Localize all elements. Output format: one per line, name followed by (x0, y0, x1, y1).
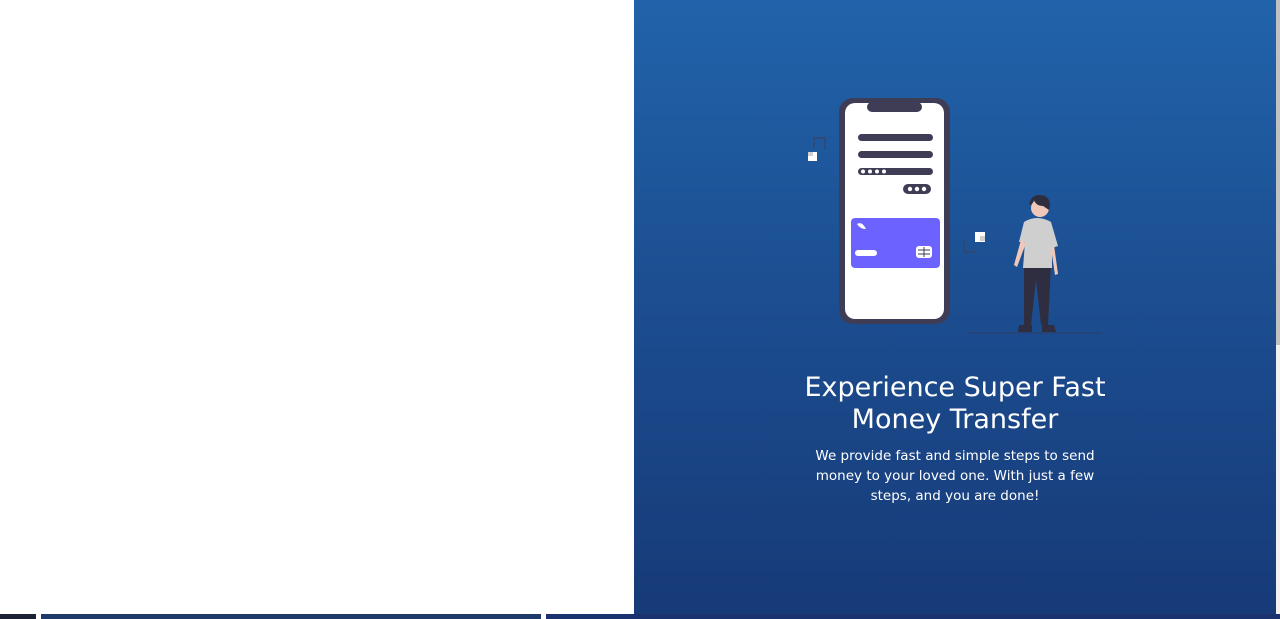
phone-icon (839, 98, 950, 324)
bottom-strip-segment (546, 614, 1280, 619)
scrollbar-thumb[interactable] (1276, 0, 1280, 345)
page: Experience Super Fast Money Transfer We … (0, 0, 1280, 619)
floating-square-icon-right (963, 232, 985, 253)
hero-headline: Experience Super Fast Money Transfer (760, 372, 1150, 436)
hero-subtext: We provide fast and simple steps to send… (815, 448, 1095, 504)
bottom-strip-segment (0, 614, 36, 619)
floating-square-icon-left (808, 137, 826, 161)
person-icon (1014, 195, 1058, 332)
bottom-strip-segment (41, 614, 541, 619)
form-panel (0, 0, 634, 614)
hero-headline-line1: Experience Super Fast (804, 372, 1106, 403)
hero-headline-line2: Money Transfer (851, 404, 1059, 435)
bottom-strip (0, 614, 1280, 619)
phone-payment-illustration (808, 98, 1102, 334)
